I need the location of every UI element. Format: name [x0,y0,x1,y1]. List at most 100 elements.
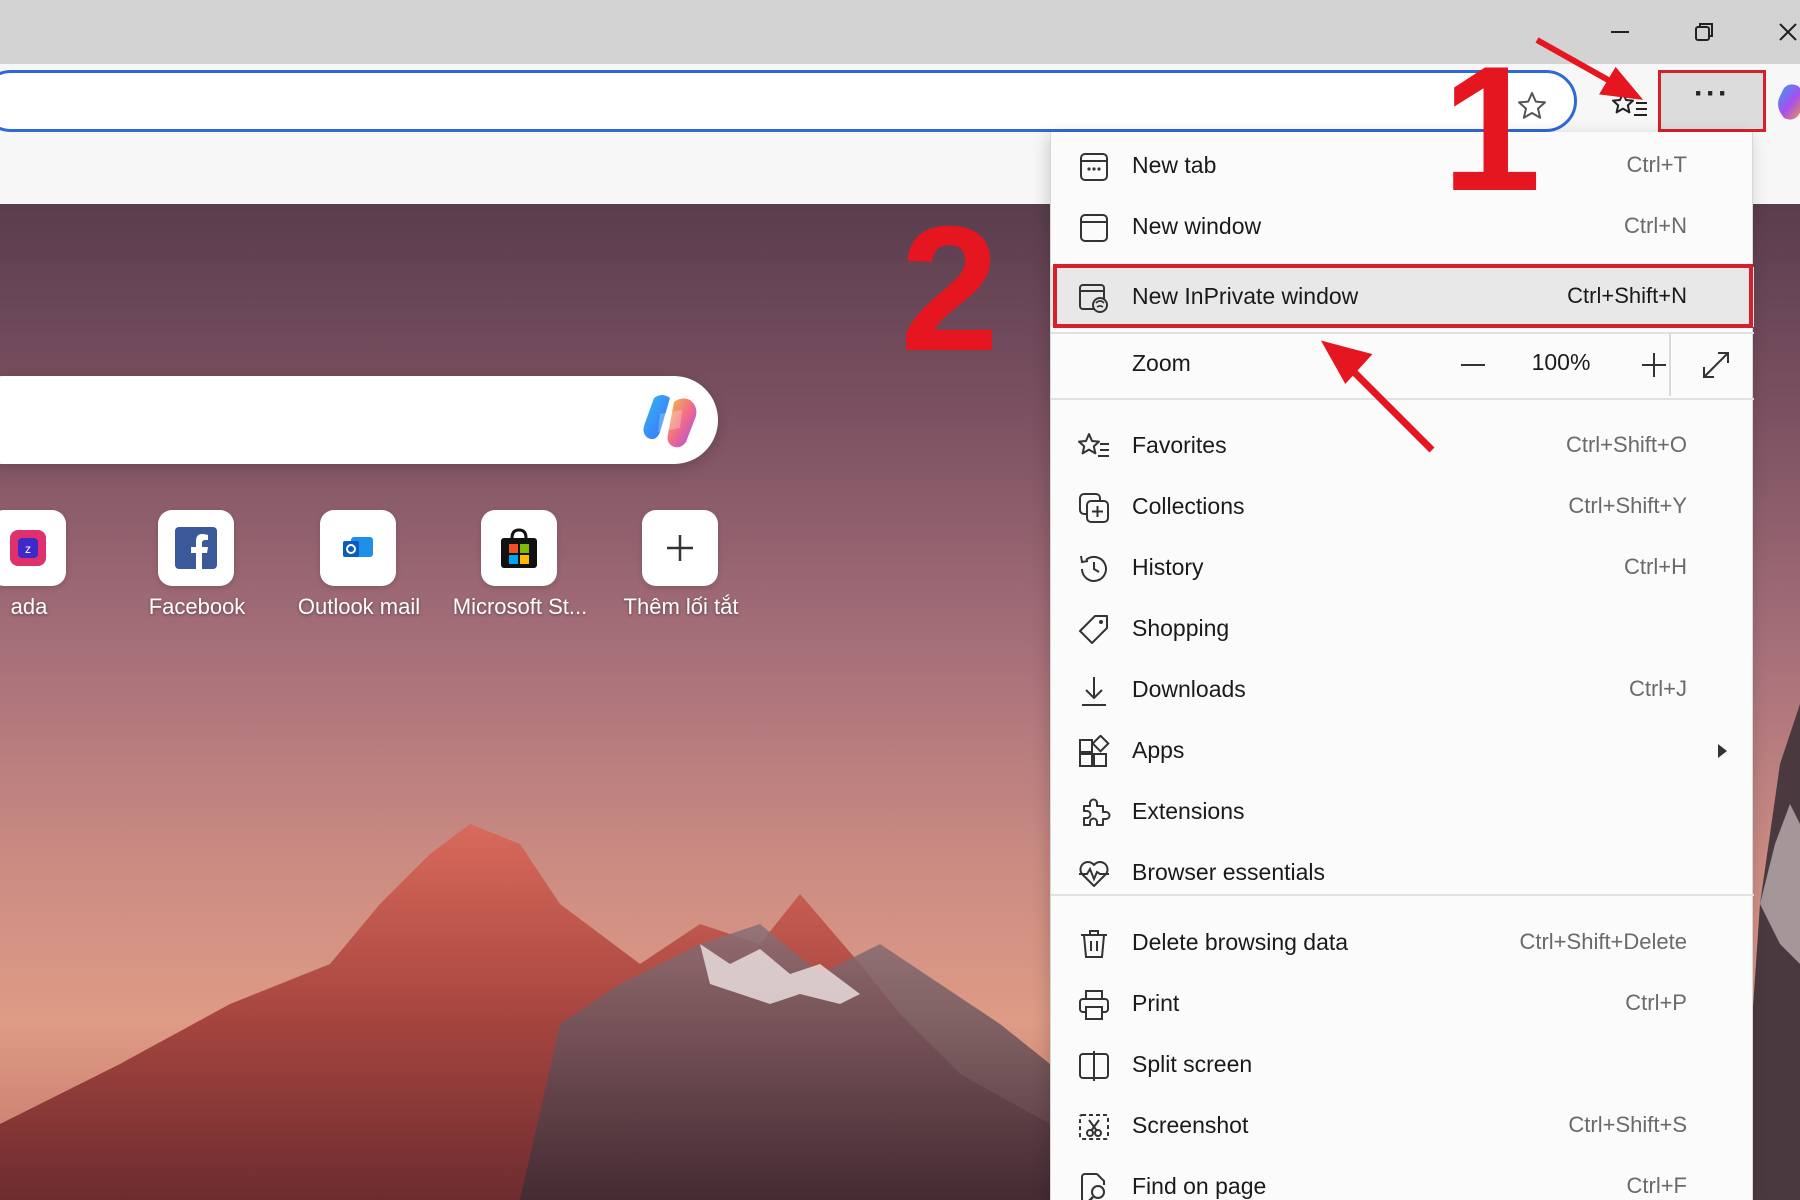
menu-item-shortcut: Ctrl+Shift+Y [1568,493,1687,518]
history-icon [1080,555,1107,582]
menu-item-new-tab[interactable]: New tab Ctrl+T [1051,136,1754,196]
new-window-icon [1080,214,1108,242]
menu-item-apps[interactable]: Apps [1051,721,1754,781]
menu-item-label: Extensions [1132,798,1245,824]
favorites-icon [1078,433,1109,457]
annotation-step-2: 2 [900,189,999,388]
menu-separator [1051,398,1754,400]
menu-item-shortcut: Ctrl+Shift+Delete [1519,929,1687,954]
copilot-logo-icon[interactable] [640,392,702,450]
svg-text:z: z [25,542,31,556]
menu-item-label: Downloads [1132,676,1246,702]
menu-item-shortcut: Ctrl+J [1628,676,1687,701]
shortcut-tile[interactable]: Facebook [118,510,268,630]
add-shortcut-tile[interactable]: Thêm lối tắt [602,510,752,630]
menu-item-label: Screenshot [1132,1112,1249,1138]
zoom-out-button[interactable] [1443,340,1503,390]
chevron-right-icon [1718,744,1727,758]
menu-item-find-on-page[interactable]: Find on page Ctrl+F [1051,1157,1754,1200]
menu-item-label: Apps [1132,737,1185,763]
menu-item-split-screen[interactable]: Split screen [1051,1035,1754,1095]
more-icon: ··· [1694,77,1730,110]
menu-item-label: Split screen [1132,1051,1253,1077]
menu-item-extensions[interactable]: Extensions [1051,782,1754,842]
tile-label: ada [10,594,48,619]
tile-label: Facebook [148,594,246,619]
outlook-icon [320,510,396,586]
menu-item-shortcut: Ctrl+F [1626,1173,1688,1198]
settings-and-more-button[interactable]: ··· [1658,70,1766,132]
shortcut-tile[interactable]: Outlook mail [280,510,430,630]
tile-label: Microsoft St... [452,594,588,619]
favorites-button[interactable] [1605,82,1655,130]
address-bar[interactable] [0,70,1577,132]
menu-item-delete-browsing-data[interactable]: Delete browsing data Ctrl+Shift+Delete [1051,913,1754,973]
download-icon [1082,677,1106,706]
menu-item-new-window[interactable]: New window Ctrl+N [1051,197,1754,257]
heart-pulse-icon [1079,861,1109,887]
menu-item-shopping[interactable]: Shopping [1051,599,1754,659]
extensions-icon [1083,798,1111,826]
annotation-highlight-box [1053,264,1753,328]
annotation-step-1: 1 [1442,29,1541,228]
zoom-divider [1669,332,1671,396]
minus-icon [1461,364,1485,366]
find-icon [1081,1173,1105,1200]
menu-item-label: Find on page [1132,1173,1267,1199]
zoom-label: Zoom [1132,350,1191,376]
menu-item-label: History [1132,554,1204,580]
menu-item-collections[interactable]: Collections Ctrl+Shift+Y [1051,477,1754,537]
menu-item-label: Collections [1132,493,1245,519]
minimize-button[interactable] [1588,8,1652,56]
menu-item-shortcut: Ctrl+N [1624,213,1687,238]
restore-button[interactable] [1672,8,1736,56]
facebook-icon [158,510,234,586]
close-icon [1779,23,1797,41]
menu-item-label: Print [1132,990,1180,1016]
close-window-button[interactable] [1756,8,1800,56]
menu-item-shortcut: Ctrl+H [1624,554,1687,579]
search-box[interactable] [0,376,718,464]
menu-separator [1051,332,1754,334]
menu-item-label: New tab [1132,152,1217,178]
menu-item-screenshot[interactable]: Screenshot Ctrl+Shift+S [1051,1096,1754,1156]
minimize-icon [1611,31,1629,33]
shopping-tag-icon [1079,615,1108,644]
collections-icon [1079,493,1109,523]
screenshot-icon [1079,1114,1109,1140]
tile-label: Thêm lối tắt [623,594,739,619]
menu-item-history[interactable]: History Ctrl+H [1051,538,1754,598]
menu-item-label: Browser essentials [1132,859,1326,885]
menu-item-shortcut: Ctrl+Shift+O [1565,432,1687,457]
expand-icon [1703,352,1729,378]
copilot-icon[interactable] [1774,80,1800,124]
menu-item-label: Favorites [1132,432,1227,458]
menu-item-label: New window [1132,213,1262,239]
menu-separator [1051,894,1754,896]
shortcut-tile[interactable]: Microsoft St... [441,510,591,630]
trash-icon [1081,930,1107,958]
print-icon [1079,990,1109,1020]
lazada-icon: z [0,510,66,586]
plus-icon [1642,353,1666,377]
menu-item-shortcut: Ctrl+P [1625,990,1687,1015]
new-tab-icon [1080,153,1108,181]
microsoft-store-icon [481,510,557,586]
menu-item-shortcut: Ctrl+Shift+S [1568,1112,1687,1137]
zoom-level: 100% [1531,349,1591,375]
menu-item-favorites[interactable]: Favorites Ctrl+Shift+O [1051,416,1754,476]
apps-icon [1079,735,1110,767]
menu-item-print[interactable]: Print Ctrl+P [1051,974,1754,1034]
split-screen-icon [1079,1051,1109,1081]
zoom-in-button[interactable] [1624,340,1684,390]
restore-icon [1695,23,1713,41]
menu-item-shortcut: Ctrl+T [1626,152,1688,177]
full-screen-button[interactable] [1688,340,1744,390]
menu-item-label: Shopping [1132,615,1230,641]
menu-item-label: Delete browsing data [1132,929,1349,955]
menu-item-downloads[interactable]: Downloads Ctrl+J [1051,660,1754,720]
plus-icon [642,510,718,586]
favorites-list-icon [1612,92,1647,116]
shortcut-tile[interactable]: z ada [0,510,100,630]
tile-label: Outlook mail [297,594,421,619]
